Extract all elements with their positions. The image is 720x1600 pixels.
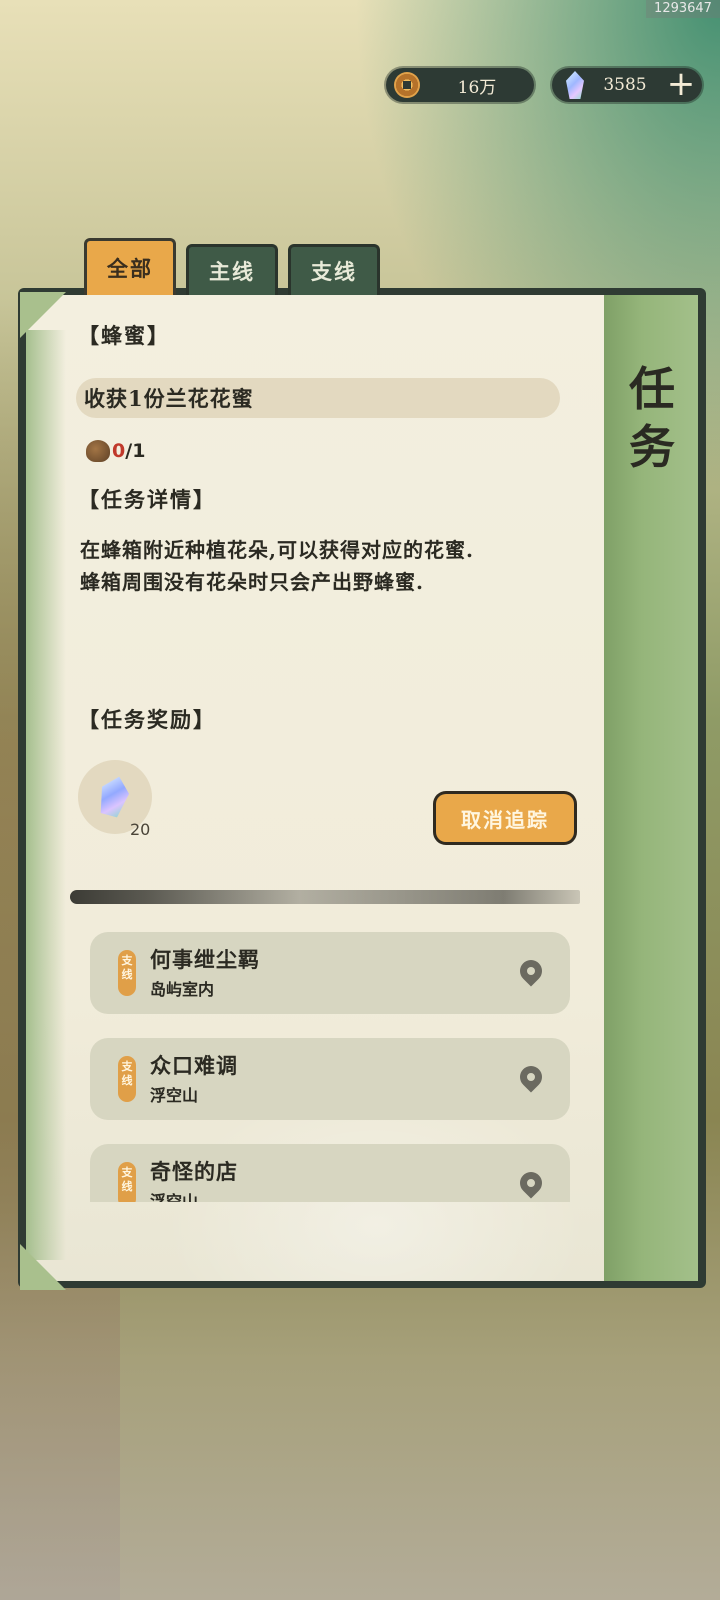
cancel-tracking-button[interactable]: 取消追踪 — [436, 794, 574, 842]
quest-item-location: 浮空山 — [150, 1192, 199, 1202]
map-pin-icon[interactable] — [515, 1061, 547, 1093]
description-line: 蜂箱周围没有花朵时只会产出野蜂蜜. — [80, 570, 424, 594]
quest-item-location: 岛屿室内 — [150, 980, 215, 999]
quest-description: 在蜂箱附近种植花朵,可以获得对应的花蜜. 蜂箱周围没有花朵时只会产出野蜂蜜. — [80, 534, 580, 598]
paper-corner-top — [20, 292, 66, 338]
gem-counter: 3585 + — [552, 67, 702, 102]
progress-separator: / — [125, 440, 133, 462]
build-id: 1293647 — [646, 0, 720, 18]
quest-list-item[interactable]: 支线 何事绁尘羁 岛屿室内 — [90, 932, 570, 1014]
paper-corner-bottom — [20, 1244, 66, 1290]
ink-divider — [70, 890, 580, 904]
quest-progress: 0/1 — [86, 440, 145, 462]
reward-count: 20 — [130, 820, 151, 839]
honey-jar-icon — [86, 440, 110, 462]
quest-item-location: 浮空山 — [150, 1086, 199, 1105]
side-quest-tag: 支线 — [118, 950, 136, 996]
paper-left-strip — [26, 330, 66, 1260]
side-quest-tag: 支线 — [118, 1056, 136, 1102]
quest-item-name: 何事绁尘羁 — [150, 947, 260, 972]
coin-icon — [394, 72, 420, 98]
tab-main[interactable]: 主线 — [186, 244, 278, 295]
quest-name: 【蜂蜜】 — [78, 323, 170, 348]
quest-list-item[interactable]: 支线 众口难调 浮空山 — [90, 1038, 570, 1120]
coin-counter: 16万 — [386, 68, 534, 102]
progress-total: 1 — [132, 440, 146, 462]
map-pin-icon[interactable] — [515, 955, 547, 987]
tab-all[interactable]: 全部 — [84, 238, 176, 295]
side-quest-tag: 支线 — [118, 1162, 136, 1202]
panel-title-char: 务 — [629, 420, 675, 474]
quest-list-item[interactable]: 支线 奇怪的店 浮空山 — [90, 1144, 570, 1202]
gem-icon — [566, 71, 584, 99]
panel-title: 任 务 — [612, 360, 692, 476]
panel-title-char: 任 — [629, 362, 675, 416]
reward-heading: 【任务奖励】 — [78, 707, 216, 732]
map-pin-icon[interactable] — [515, 1167, 547, 1199]
quest-item-name: 奇怪的店 — [150, 1159, 238, 1184]
coin-value: 16万 — [457, 77, 497, 98]
progress-current: 0 — [112, 440, 126, 462]
quest-list[interactable]: 支线 何事绁尘羁 岛屿室内 支线 众口难调 浮空山 支线 奇怪的店 浮空山 — [90, 932, 570, 1202]
gem-value: 3585 — [603, 75, 647, 95]
description-line: 在蜂箱附近种植花朵,可以获得对应的花蜜. — [80, 538, 474, 562]
quest-objective: 收获1份兰花花蜜 — [76, 378, 560, 418]
details-heading: 【任务详情】 — [78, 487, 216, 512]
quest-item-name: 众口难调 — [150, 1053, 238, 1078]
add-gems-button[interactable]: + — [666, 67, 696, 101]
tab-side[interactable]: 支线 — [288, 244, 380, 295]
